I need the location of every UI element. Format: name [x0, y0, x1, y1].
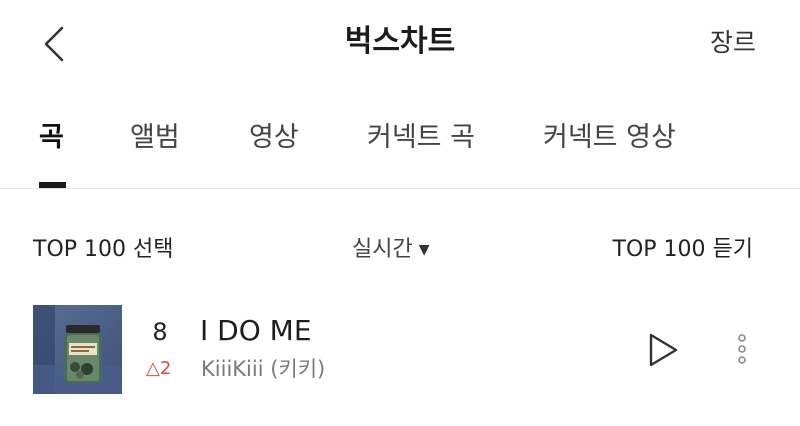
more-options-button[interactable] [730, 330, 754, 370]
active-tab-indicator [39, 182, 66, 188]
top100-listen-button[interactable]: TOP 100 듣기 [613, 232, 753, 268]
play-icon [649, 333, 678, 367]
album-cover-image [33, 305, 122, 394]
play-button[interactable] [640, 329, 684, 371]
rank-change: △2 [146, 356, 171, 382]
caret-down-icon: ▼ [418, 242, 430, 258]
genre-button[interactable]: 장르 [710, 25, 756, 61]
app-header: 벅스차트 장르 [0, 0, 800, 92]
song-artist[interactable]: KiiiKiii (키키) [201, 354, 325, 384]
top100-select-button[interactable]: TOP 100 선택 [33, 232, 173, 268]
tab-bar: 곡 앨범 영상 커넥트 곡 커넥트 영상 [0, 112, 800, 189]
chart-controls: TOP 100 선택 실시간 ▼ TOP 100 듣기 [0, 228, 800, 272]
rank-up-icon: △ [146, 358, 160, 379]
tab-albums[interactable]: 앨범 [130, 118, 180, 158]
tab-connect-videos[interactable]: 커넥트 영상 [543, 118, 676, 158]
song-title[interactable]: I DO ME [200, 312, 312, 350]
tab-connect-songs[interactable]: 커넥트 곡 [367, 118, 475, 158]
album-cover[interactable] [33, 305, 122, 394]
more-vertical-icon [738, 334, 746, 364]
chart-song-row[interactable]: 8 △2 I DO ME KiiiKiii (키키) [0, 302, 800, 398]
page-title: 벅스차트 [344, 24, 456, 59]
period-label: 실시간 [352, 237, 413, 262]
rank-change-value: 2 [159, 358, 172, 379]
rank-number: 8 [152, 318, 168, 346]
tab-videos[interactable]: 영상 [249, 118, 299, 158]
period-dropdown[interactable]: 실시간 ▼ [352, 232, 430, 268]
tab-songs[interactable]: 곡 [39, 118, 64, 158]
